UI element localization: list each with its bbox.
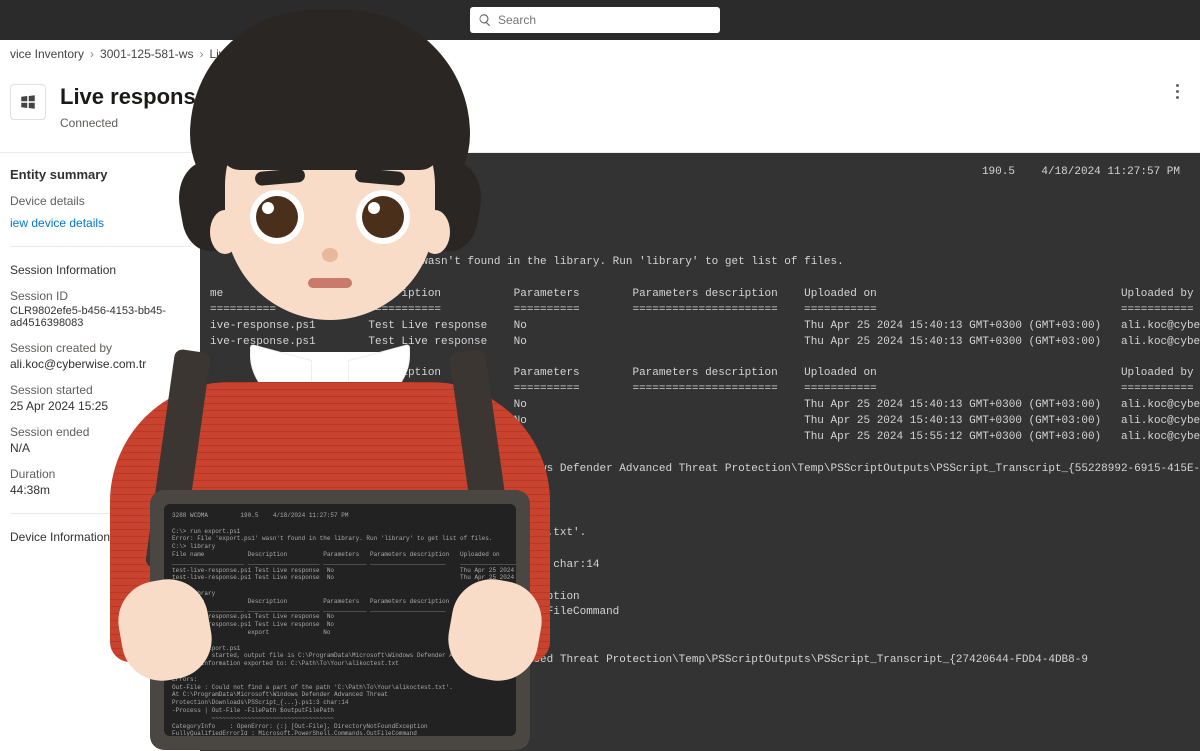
session-id-value: CLR9802efe5-b456-4153-bb45-ad4516398083 bbox=[10, 305, 190, 329]
more-actions-button[interactable] bbox=[1166, 80, 1188, 102]
started-value: 25 Apr 2024 15:25 bbox=[10, 399, 190, 413]
entity-sidebar: Entity summary Device details iew device… bbox=[0, 153, 200, 751]
duration-value: 44:38m bbox=[10, 483, 190, 497]
started-label: Session started bbox=[10, 383, 190, 397]
page-header: Live response on 300 Connected bbox=[0, 68, 1200, 153]
connection-status: Connected bbox=[60, 116, 284, 130]
console-topline: 190.5 4/18/2024 11:27:57 PM bbox=[982, 165, 1180, 181]
session-id-label: Session ID bbox=[10, 289, 190, 303]
console-output: export.ps1' wasn't found in the library.… bbox=[210, 255, 1190, 669]
chevron-right-icon: › bbox=[90, 47, 94, 61]
search-icon bbox=[478, 13, 492, 27]
created-by-label: Session created by bbox=[10, 341, 190, 355]
ended-value: N/A bbox=[10, 441, 190, 455]
top-bar bbox=[0, 0, 1200, 40]
device-info-title: Device Information bbox=[10, 530, 190, 544]
device-details-label: Device details bbox=[10, 194, 190, 208]
live-response-console[interactable]: 190.5 4/18/2024 11:27:57 PM export.ps1' … bbox=[200, 153, 1200, 751]
crumb-2[interactable]: 3001-125-581-ws bbox=[100, 47, 193, 61]
entity-summary-title: Entity summary bbox=[10, 167, 190, 182]
search-box[interactable] bbox=[470, 7, 720, 33]
view-device-details-link[interactable]: iew device details bbox=[10, 216, 190, 230]
windows-icon bbox=[10, 84, 46, 120]
session-info-title: Session Information bbox=[10, 263, 190, 277]
ended-label: Session ended bbox=[10, 425, 190, 439]
created-by-value: ali.koc@cyberwise.com.tr bbox=[10, 357, 190, 371]
breadcrumb: vice Inventory › 3001-125-581-ws › Live … bbox=[0, 40, 1200, 68]
chevron-right-icon: › bbox=[199, 47, 203, 61]
search-input[interactable] bbox=[498, 13, 712, 27]
duration-label: Duration bbox=[10, 467, 190, 481]
page-title: Live response on 300 bbox=[60, 84, 284, 110]
crumb-3[interactable]: Live response on 30 bbox=[209, 47, 317, 61]
crumb-1[interactable]: vice Inventory bbox=[10, 47, 84, 61]
